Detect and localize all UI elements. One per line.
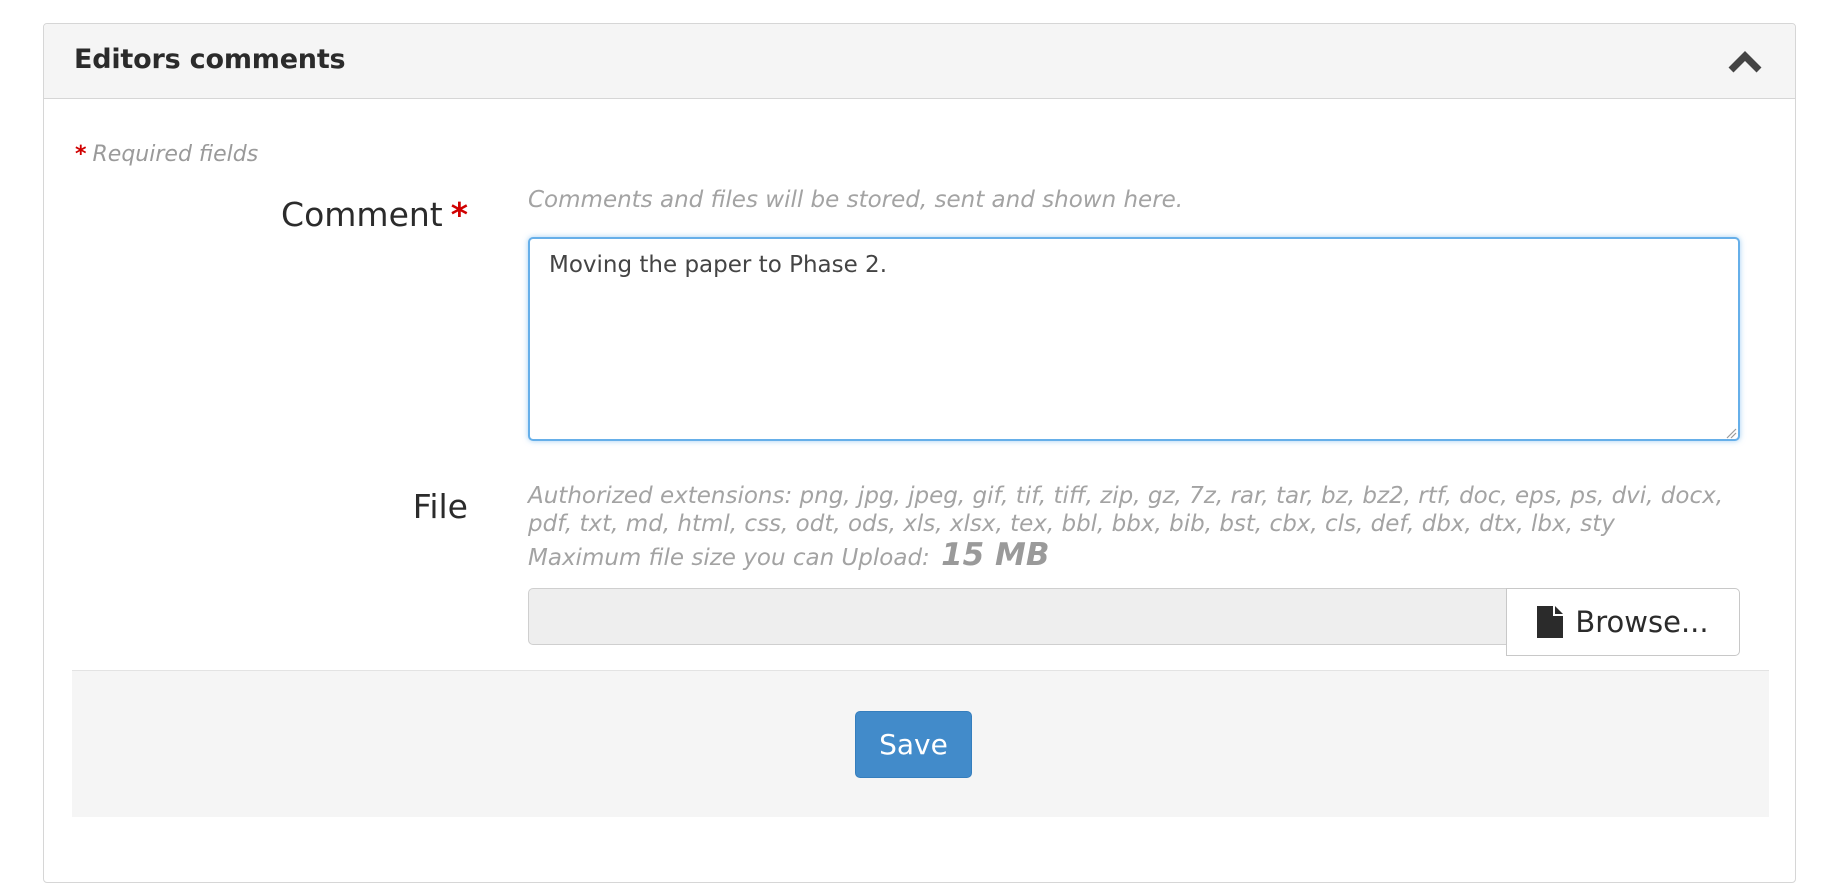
max-size-label: Maximum file size you can Upload:: [528, 545, 930, 571]
file-label: File: [412, 487, 468, 526]
save-button[interactable]: Save: [855, 711, 972, 778]
max-size-value: 15 MB: [941, 537, 1050, 573]
chevron-up-icon[interactable]: [1728, 51, 1762, 73]
required-fields-note: * Required fields: [75, 142, 258, 167]
comment-label-text: Comment: [281, 195, 443, 234]
comment-label: Comment *: [281, 195, 468, 234]
browse-button-label: Browse...: [1575, 605, 1709, 639]
resize-grip-icon[interactable]: [1725, 427, 1737, 439]
comment-textarea[interactable]: Moving the paper to Phase 2.: [528, 237, 1740, 441]
file-icon: [1537, 606, 1564, 638]
file-extensions-help: Authorized extensions: png, jpg, jpeg, g…: [528, 483, 1724, 537]
panel-heading[interactable]: Editors comments: [44, 24, 1795, 99]
browse-button[interactable]: Browse...: [1506, 588, 1740, 656]
comment-help-text: Comments and files will be stored, sent …: [528, 187, 1184, 213]
form-actions: Save: [72, 670, 1769, 817]
comment-required-star: *: [450, 195, 468, 234]
editors-comments-panel: Editors comments * Required fields Commen…: [43, 23, 1796, 883]
required-note-text: Required fields: [92, 142, 259, 167]
file-name-display[interactable]: [528, 588, 1508, 645]
max-file-size: Maximum file size you can Upload: 15 MB: [528, 537, 1050, 573]
required-star: *: [75, 142, 87, 167]
panel-title: Editors comments: [74, 44, 346, 75]
